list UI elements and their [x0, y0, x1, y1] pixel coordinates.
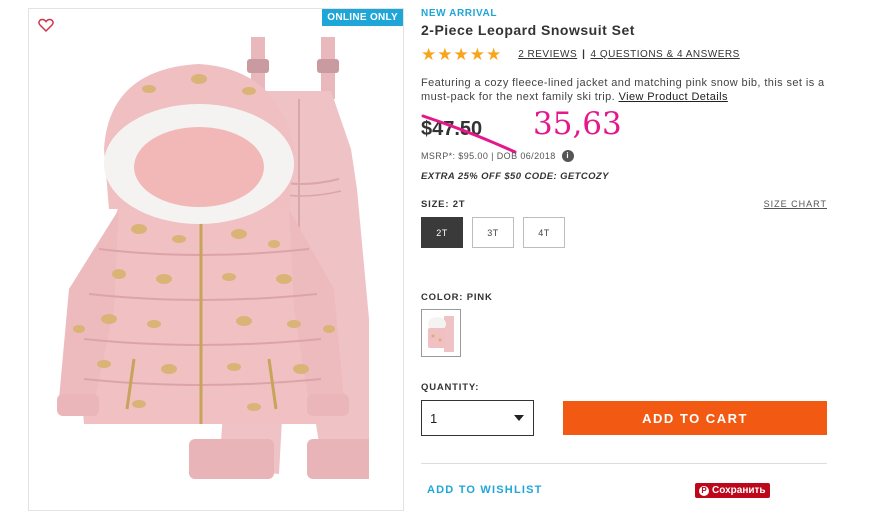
product-image-panel: ONLINE ONLY — [28, 8, 404, 511]
add-to-cart-button[interactable]: ADD TO CART — [563, 401, 827, 435]
pinterest-save-label: Сохранить — [712, 485, 766, 496]
product-description: Featuring a cozy fleece-lined jacket and… — [421, 76, 827, 104]
size-option-4t[interactable]: 4T — [523, 217, 565, 248]
color-swatch-pink[interactable] — [421, 309, 461, 357]
product-title: 2-Piece Leopard Snowsuit Set — [421, 22, 635, 38]
divider — [421, 463, 827, 464]
snowsuit-product-image[interactable] — [39, 29, 369, 499]
new-arrival-tag: NEW ARRIVAL — [421, 8, 498, 19]
color-label: COLOR: PINK — [421, 292, 493, 303]
size-options: 2T 3T 4T — [421, 217, 565, 248]
size-chart-link[interactable]: SIZE CHART — [764, 199, 827, 209]
quantity-label: QUANTITY: — [421, 382, 480, 393]
size-option-2t[interactable]: 2T — [421, 217, 463, 248]
chevron-down-icon — [514, 415, 524, 421]
msrp-text: MSRP*: $95.00 | DOB 06/2018 — [421, 151, 556, 161]
rating-row: ★★★★★ 2 REVIEWS | 4 QUESTIONS & 4 ANSWER… — [421, 46, 740, 63]
online-only-badge: ONLINE ONLY — [322, 9, 403, 26]
questions-answers-link[interactable]: 4 QUESTIONS & 4 ANSWERS — [590, 49, 739, 60]
add-to-wishlist-link[interactable]: ADD TO WISHLIST — [427, 484, 543, 496]
rating-separator: | — [582, 49, 586, 60]
pinterest-save-button[interactable]: P Сохранить — [695, 483, 770, 498]
quantity-select[interactable]: 1 — [421, 400, 534, 436]
rating-stars: ★★★★★ — [421, 45, 503, 64]
pinterest-icon: P — [699, 485, 709, 496]
size-option-3t[interactable]: 3T — [472, 217, 514, 248]
info-icon[interactable]: i — [561, 150, 574, 162]
promo-text: EXTRA 25% OFF $50 CODE: GETCOZY — [421, 171, 609, 182]
view-product-details-link[interactable]: View Product Details — [619, 91, 728, 103]
handwritten-price-note: 35,63 — [533, 106, 622, 142]
swatch-thumbnail — [428, 316, 454, 352]
size-label: SIZE: 2T — [421, 199, 466, 210]
msrp-info: MSRP*: $95.00 | DOB 06/2018 i — [421, 150, 574, 162]
reviews-link[interactable]: 2 REVIEWS — [518, 49, 577, 60]
quantity-value: 1 — [430, 410, 438, 426]
